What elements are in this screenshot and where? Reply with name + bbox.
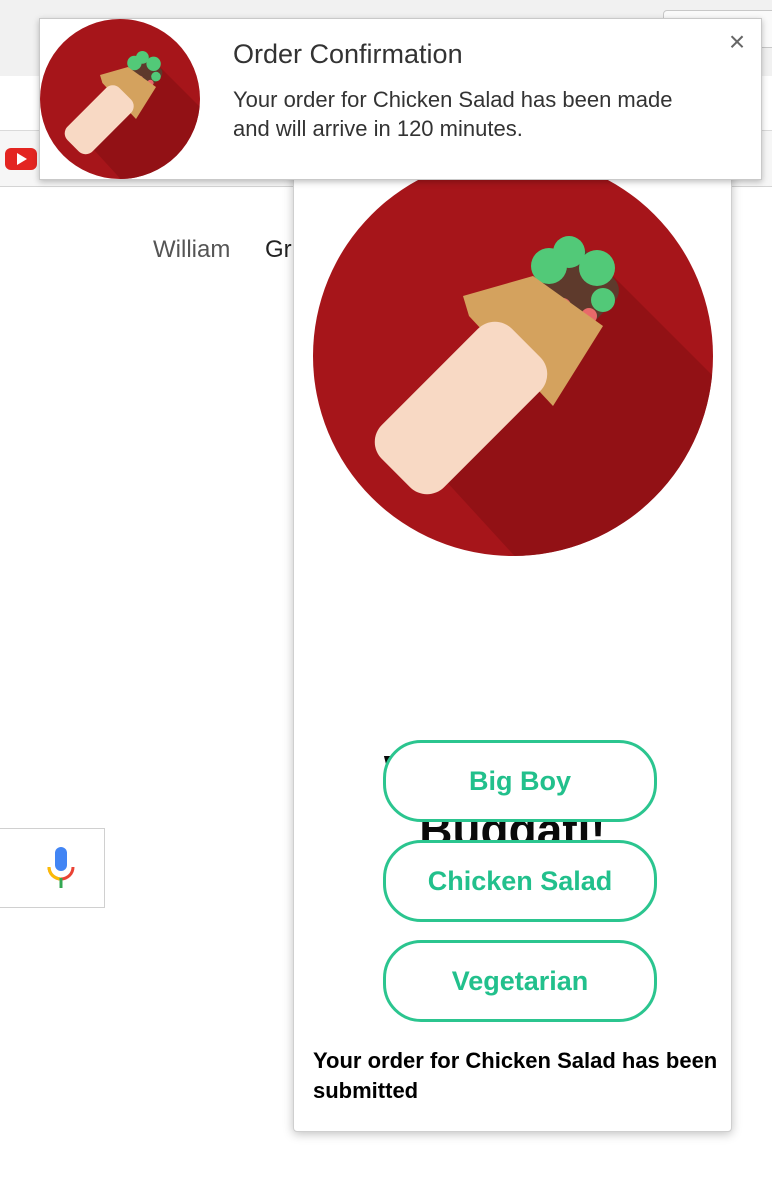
microphone-icon[interactable] — [46, 847, 76, 889]
notification-title: Order Confirmation — [233, 39, 463, 69]
close-icon[interactable]: × — [724, 27, 750, 57]
vegetarian-button[interactable]: Vegetarian — [383, 940, 657, 1022]
notification-body: Your order for Chicken Salad has been ma… — [233, 87, 673, 141]
burrito-logo-icon — [313, 156, 713, 556]
burrito-logo-icon — [40, 19, 200, 179]
header-link-gmail[interactable]: Gr — [265, 236, 292, 263]
extension-popup: Welcome to Buggati! Big Boy Chicken Sala… — [293, 150, 732, 1132]
order-notification[interactable]: Order Confirmation Your order for Chicke… — [39, 18, 762, 180]
header-link-user[interactable]: William — [153, 236, 230, 263]
youtube-bookmark-icon[interactable] — [5, 148, 37, 170]
order-status-message: Your order for Chicken Salad has been su… — [313, 1048, 718, 1103]
big-boy-button[interactable]: Big Boy — [383, 740, 657, 822]
chicken-salad-button[interactable]: Chicken Salad — [383, 840, 657, 922]
google-search-box[interactable] — [0, 828, 105, 908]
